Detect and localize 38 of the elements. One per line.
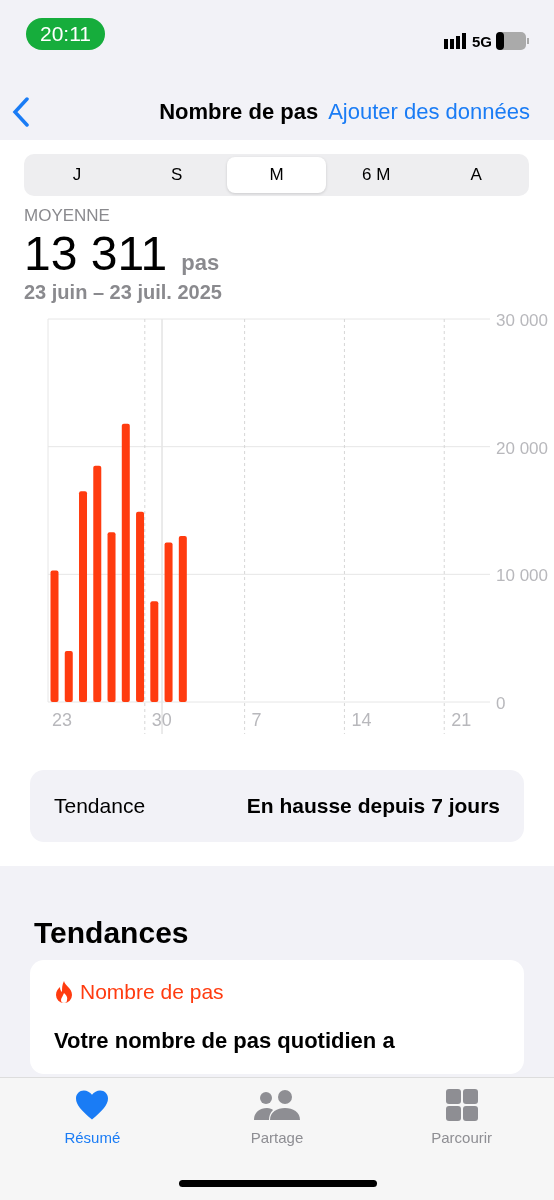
axis-label: 7 bbox=[251, 710, 262, 730]
average-label: MOYENNE bbox=[24, 206, 111, 226]
card-text: Votre nombre de pas quotidien a bbox=[54, 1028, 396, 1054]
period-tab[interactable]: M bbox=[226, 157, 327, 193]
section-title: Tendances bbox=[33, 915, 190, 951]
axis-label: 10 000 bbox=[496, 566, 548, 586]
battery-icon bbox=[496, 32, 530, 50]
page-title: Nombre de pas bbox=[159, 99, 319, 125]
unit-label: pas bbox=[181, 250, 220, 276]
date-range: 23 juin – 23 juil. 2025 bbox=[24, 281, 223, 304]
period-tab[interactable]: J bbox=[27, 157, 127, 193]
network-label: 5G bbox=[472, 32, 492, 50]
category-label: Nombre de pas bbox=[80, 980, 224, 1004]
tab-bar-item[interactable]: Résumé bbox=[37, 1088, 148, 1152]
trend-label: Tendance bbox=[54, 794, 146, 818]
trend-card[interactable]: Tendance En hausse depuis 7 jours bbox=[30, 770, 524, 842]
axis-label: 23 bbox=[52, 710, 73, 730]
trend-value: En hausse depuis 7 jours bbox=[246, 794, 500, 818]
heart-icon bbox=[74, 1089, 111, 1121]
axis-label: 21 bbox=[451, 710, 472, 730]
period-tab[interactable]: A bbox=[426, 157, 526, 193]
axis-label: 0 bbox=[496, 694, 506, 713]
axis-label: 20 000 bbox=[496, 438, 548, 458]
status-time: 20:11 bbox=[26, 18, 105, 50]
add-data-link[interactable]: Ajouter des données bbox=[328, 99, 530, 125]
people-icon bbox=[253, 1089, 301, 1121]
period-tab[interactable]: S bbox=[126, 157, 227, 193]
period-tab[interactable]: 6 M bbox=[326, 157, 427, 193]
axis-label: 14 bbox=[351, 710, 372, 730]
axis-label: 30 000 bbox=[496, 311, 548, 330]
average-value: 13 311 bbox=[24, 226, 168, 281]
signal-icon bbox=[444, 33, 468, 49]
axis-label: 30 bbox=[151, 710, 172, 730]
flame-icon bbox=[54, 980, 74, 1004]
bar bbox=[64, 650, 73, 702]
grid-icon bbox=[445, 1089, 478, 1121]
back-button[interactable] bbox=[12, 97, 30, 127]
trend-highlight-card[interactable]: Nombre de pas Votre nombre de pas quotidien a bbox=[30, 960, 524, 1074]
